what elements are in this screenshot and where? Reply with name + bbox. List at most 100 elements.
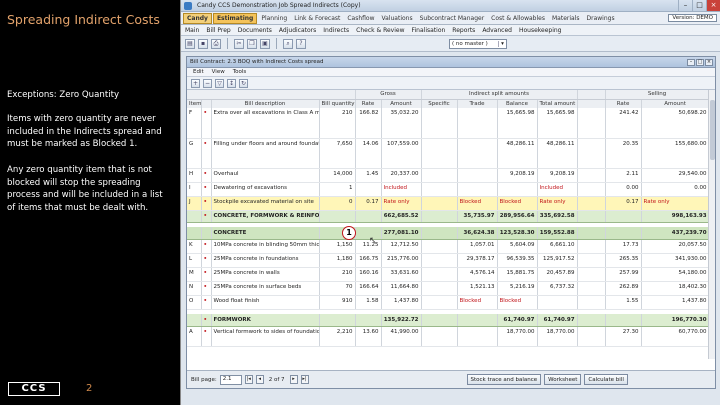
table-row[interactable]: O • Wood float finish 910 1.58 1,437.80 Blo… — [187, 295, 710, 310]
menu-view[interactable]: View — [212, 69, 225, 75]
col-description[interactable]: Bill description — [211, 99, 320, 108]
col-total-amount[interactable]: Total amount — [537, 99, 578, 108]
section-row-concrete-formwork[interactable]: • CONCRETE, FORMWORK & REINFORCING 662,6… — [187, 210, 710, 223]
module-cashflow[interactable]: Cashflow — [344, 14, 377, 23]
sort-icon[interactable]: ↕ — [227, 78, 236, 88]
minimize-icon[interactable]: – — [678, 0, 692, 11]
group-selling-header: Selling — [605, 90, 710, 100]
group-indirect-header: Indirect split amounts — [421, 90, 578, 100]
col-sell-rate[interactable]: Rate — [605, 99, 642, 108]
col-rate[interactable]: Rate — [355, 99, 382, 108]
candy-app-icon — [184, 1, 192, 10]
find-icon[interactable]: ⌕ — [283, 38, 293, 49]
menu-advanced[interactable]: Advanced — [482, 27, 512, 34]
table-row-blocked-zero-quantity[interactable]: J • Stockpile excavated material on site 0… — [187, 196, 710, 211]
table-row[interactable]: A • Vertical formwork to sides of foundat… — [187, 326, 710, 347]
menu-adjudicators[interactable]: Adjudicators — [279, 27, 316, 34]
first-page-icon[interactable]: |◂ — [244, 375, 253, 384]
col-trade[interactable]: Trade — [457, 99, 498, 108]
ccs-logo: CCS — [8, 382, 60, 396]
module-subcontract-manager[interactable]: Subcontract Manager — [417, 14, 488, 23]
master-select[interactable]: ( no master ) ▾ — [449, 38, 507, 49]
filter-icon[interactable]: ▽ — [215, 78, 224, 88]
menu-tools[interactable]: Tools — [233, 69, 247, 75]
next-page-icon[interactable]: ▸ — [289, 375, 298, 384]
menu-indirects[interactable]: Indirects — [323, 27, 349, 34]
main-toolbar: ▤ ▪ ⎙ ✂ ❐ ▣ ⌕ ? ( no master ) ▾ — [181, 36, 720, 52]
table-row[interactable]: K • 10MPa concrete in blinding 50mm thick… — [187, 239, 710, 254]
module-drawings[interactable]: Drawings — [584, 14, 618, 23]
flag-icon: • — [201, 239, 212, 254]
menu-bill-prep[interactable]: Bill Prep — [206, 27, 230, 34]
vertical-scrollbar[interactable] — [708, 90, 715, 359]
col-amount[interactable]: Amount — [381, 99, 422, 108]
section-row-formwork[interactable]: • FORMWORK 135,922.72 61,740.97 61,740.9… — [187, 314, 710, 327]
table-row[interactable]: N • 25MPa concrete in surface beds 70 166.… — [187, 281, 710, 296]
flag-icon: • — [201, 253, 212, 268]
menu-reports[interactable]: Reports — [452, 27, 475, 34]
flag-icon: • — [201, 210, 212, 223]
module-candy[interactable]: Candy — [183, 12, 212, 24]
module-planning[interactable]: Planning — [258, 14, 290, 23]
col-item[interactable]: Item — [187, 99, 202, 108]
flag-icon: • — [201, 196, 212, 211]
module-estimating[interactable]: Estimating — [212, 12, 258, 24]
help-icon[interactable]: ? — [296, 38, 306, 49]
scrollbar-thumb[interactable] — [710, 100, 715, 160]
worksheet-button[interactable]: Worksheet — [544, 374, 582, 385]
cut-icon[interactable]: ✂ — [234, 38, 244, 49]
slide-title: Spreading Indirect Costs — [7, 12, 160, 27]
last-page-icon[interactable]: ▸| — [300, 375, 309, 384]
col-sell-amount[interactable]: Amount — [641, 99, 710, 108]
section-row-concrete[interactable]: CONCRETE 277,081.10 36,624.38 123,528.30 … — [187, 227, 710, 240]
menu-finalisation[interactable]: Finalisation — [412, 27, 446, 34]
delete-row-icon[interactable]: − — [203, 78, 212, 88]
menu-edit[interactable]: Edit — [193, 69, 204, 75]
table-row[interactable]: H • Overhaul 14,000 1.45 20,337.00 9,208.19… — [187, 168, 710, 183]
candy-window: Candy CCS Demonstration Job Spread Indir… — [180, 0, 720, 405]
menu-main[interactable]: Main — [185, 27, 199, 34]
module-bar: Candy Estimating Planning Link & Forecas… — [181, 12, 720, 25]
col-quantity[interactable]: Bill quantity — [319, 99, 356, 108]
table-row[interactable]: I • Dewatering of excavations 1 Included I… — [187, 182, 710, 197]
bill-page-input[interactable]: 2.1 — [219, 374, 242, 385]
copy-icon[interactable]: ❐ — [247, 38, 257, 49]
module-cost-allowables[interactable]: Cost & Allowables — [488, 14, 548, 23]
module-link-forecast[interactable]: Link & Forecast — [291, 14, 343, 23]
flag-icon: • — [201, 168, 212, 183]
flag-icon: • — [201, 138, 212, 169]
maximize-icon[interactable]: □ — [692, 0, 706, 11]
table-row[interactable]: G • Filling under floors and around found… — [187, 138, 710, 169]
save-icon[interactable]: ▪ — [198, 38, 208, 49]
table-row[interactable]: M • 25MPa concrete in walls 210 160.16 33,6… — [187, 267, 710, 282]
stock-trace-button[interactable]: Stock trace and balance — [466, 374, 542, 385]
chevron-down-icon: ▾ — [498, 40, 506, 47]
module-valuations[interactable]: Valuations — [379, 14, 416, 23]
bill-window-title-text: Bill Contract: 2.3 BOQ with Indirect Cos… — [190, 59, 324, 65]
callout-marker: 1 — [342, 226, 356, 240]
table-row[interactable]: F • Extra over all excavations in Class A… — [187, 108, 710, 139]
insert-row-icon[interactable]: + — [191, 78, 200, 88]
inner-maximize-icon[interactable]: □ — [696, 58, 704, 66]
bill-table: Gross Indirect split amounts Selling Ite… — [187, 90, 710, 347]
module-materials[interactable]: Materials — [549, 14, 583, 23]
prev-page-icon[interactable]: ◂ — [255, 375, 264, 384]
open-icon[interactable]: ▤ — [185, 38, 195, 49]
menu-check-review[interactable]: Check & Review — [356, 27, 404, 34]
refresh-icon[interactable]: ↻ — [239, 78, 248, 88]
col-specific[interactable]: Specific — [421, 99, 458, 108]
col-balance[interactable]: Balance — [497, 99, 538, 108]
inner-minimize-icon[interactable]: – — [687, 58, 695, 66]
flag-icon: • — [201, 182, 212, 197]
window-title: Candy CCS Demonstration Job Spread Indir… — [197, 2, 361, 9]
group-gross-header: Gross — [355, 90, 422, 100]
close-icon[interactable]: × — [706, 0, 720, 11]
menu-documents[interactable]: Documents — [238, 27, 272, 34]
bill-statusbar: Bill page: 2.1 |◂ ◂ 2 of 7 ▸ ▸| Stock tr… — [187, 370, 715, 388]
menu-housekeeping[interactable]: Housekeeping — [519, 27, 562, 34]
table-row[interactable]: L • 25MPa concrete in foundations 1,180 16… — [187, 253, 710, 268]
inner-close-icon[interactable]: × — [705, 58, 713, 66]
calculate-bill-button[interactable]: Calculate bill — [584, 374, 628, 385]
paste-icon[interactable]: ▣ — [260, 38, 270, 49]
print-icon[interactable]: ⎙ — [211, 38, 221, 49]
